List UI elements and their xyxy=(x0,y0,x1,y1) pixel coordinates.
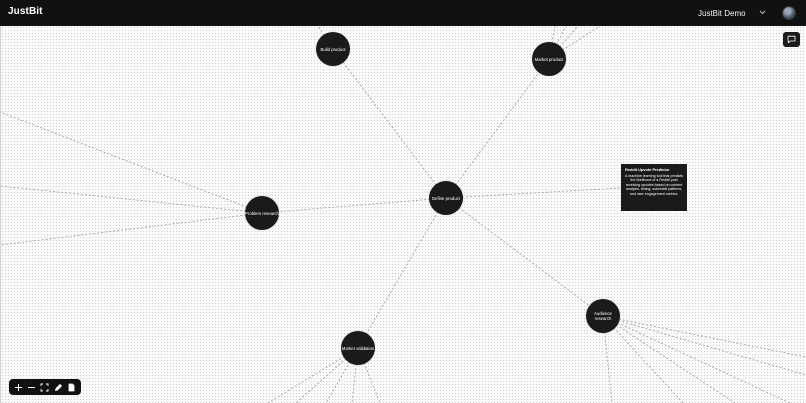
canvas-toolbar xyxy=(9,379,81,395)
edge xyxy=(445,197,604,317)
edge xyxy=(0,185,263,214)
node-define-product[interactable]: Define product xyxy=(429,181,463,215)
edge xyxy=(357,197,447,349)
edit-icon[interactable] xyxy=(53,382,64,393)
node-problem-research[interactable]: Problem research xyxy=(245,196,279,230)
edge xyxy=(602,315,736,403)
edge xyxy=(332,48,447,199)
node-build-product[interactable]: Build product xyxy=(316,32,350,66)
edge xyxy=(261,197,447,214)
fit-view-icon[interactable] xyxy=(39,382,50,393)
edge xyxy=(602,315,806,376)
tooltip-title: Reddit Upvote Predictor xyxy=(625,167,670,172)
edge xyxy=(0,212,263,246)
chat-button[interactable] xyxy=(783,32,800,47)
chat-icon xyxy=(787,31,796,49)
tooltip-description: A machine learning tool that predicts th… xyxy=(625,173,683,196)
edge xyxy=(0,111,263,214)
node-market-product[interactable]: Market product xyxy=(532,42,566,76)
zoom-in-icon[interactable] xyxy=(13,382,24,393)
node-audience-research[interactable]: Audience research xyxy=(586,299,620,333)
node-market-validation[interactable]: Market validation xyxy=(341,331,375,365)
edge xyxy=(445,58,550,199)
zoom-out-icon[interactable] xyxy=(26,382,37,393)
edge xyxy=(602,315,684,403)
node-tooltip-card: Reddit Upvote Predictor A machine learni… xyxy=(621,164,687,211)
edge xyxy=(445,187,622,199)
document-icon[interactable] xyxy=(66,382,77,393)
edge xyxy=(602,315,791,403)
